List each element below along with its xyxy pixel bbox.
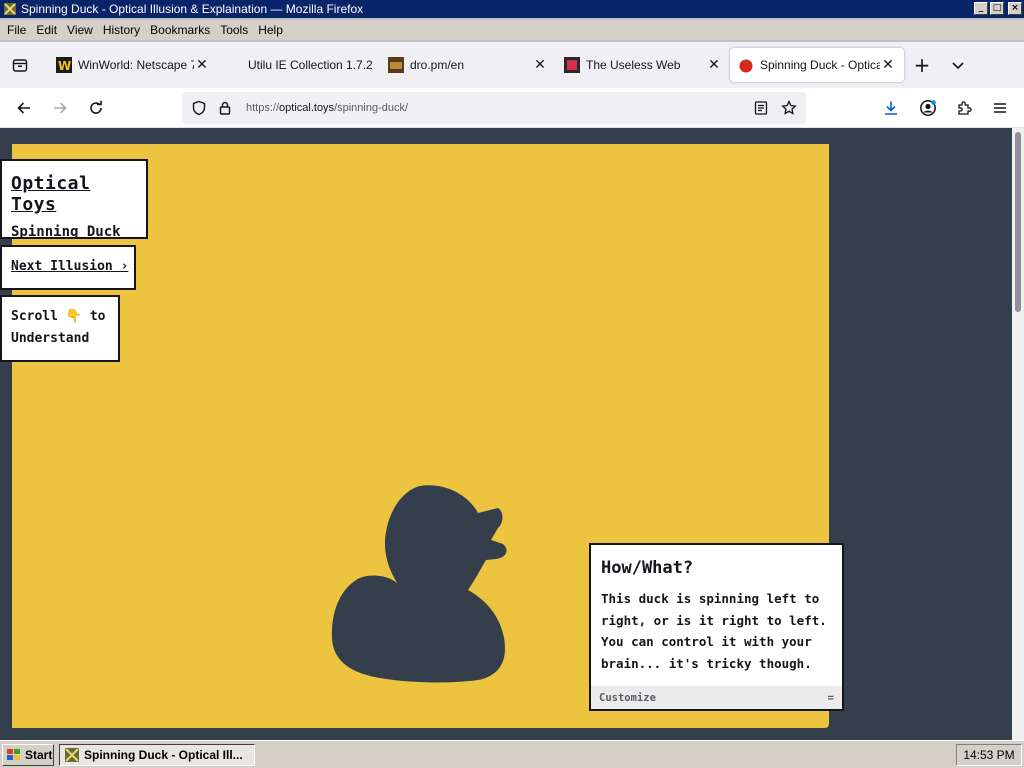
url-text[interactable]: https://optical.toys/spinning-duck/ [246, 102, 408, 114]
list-all-tabs-button[interactable] [940, 48, 976, 82]
extensions-button[interactable] [946, 92, 982, 124]
tab-close-icon[interactable]: ✕ [880, 57, 896, 73]
menu-help[interactable]: Help [253, 23, 288, 37]
firefox-view-icon [12, 59, 28, 72]
vertical-scrollbar[interactable] [1012, 128, 1024, 740]
tab-label: Spinning Duck - Optical Il [760, 58, 880, 72]
pointing-down-emoji-icon: 👇 [65, 309, 82, 324]
download-arrow-icon [885, 101, 897, 115]
drag-handle-icon[interactable]: = [828, 692, 834, 704]
back-arrow-icon [17, 101, 30, 114]
how-what-line: This duck is spinning left to [601, 591, 820, 606]
scroll-hint-word: Scroll [11, 309, 58, 324]
dro-favicon-icon [388, 57, 404, 73]
close-button[interactable]: × [1008, 2, 1022, 15]
menu-bookmarks[interactable]: Bookmarks [145, 23, 215, 37]
how-what-line: You can control it with your [601, 634, 812, 650]
reader-view-icon[interactable] [748, 95, 774, 121]
scroll-hint: Scroll 👇 to Understand [0, 295, 120, 362]
start-label: Start [25, 747, 53, 762]
firefox-app-icon [3, 2, 17, 16]
how-what-line: right, or is it right to left. [601, 612, 827, 628]
account-icon [920, 99, 936, 116]
tab-strip: W WinWorld: Netscape 7.2 | ✕ Utilu IE Co… [0, 42, 1024, 88]
tab-winworld[interactable]: W WinWorld: Netscape 7.2 | ✕ [48, 48, 218, 82]
tab-dro[interactable]: dro.pm/en ✕ [380, 48, 556, 82]
url-host: optical.toys [279, 102, 335, 114]
url-path: /spinning-duck/ [334, 102, 409, 114]
tab-label: dro.pm/en [410, 58, 465, 72]
firefox-task-icon [65, 747, 79, 762]
navigation-toolbar: https://optical.toys/spinning-duck/ [0, 88, 1024, 128]
site-title-card: Optical Toys Spinning Duck [0, 159, 148, 240]
url-prefix: https:// [246, 102, 280, 114]
tab-utilu[interactable]: Utilu IE Collection 1.7.2.1 [218, 48, 380, 82]
app-menu-button[interactable] [982, 92, 1018, 124]
url-bar[interactable]: https://optical.toys/spinning-duck/ [182, 92, 806, 124]
firefox-view-button[interactable] [0, 42, 40, 88]
tab-close-icon[interactable]: ✕ [706, 57, 722, 73]
customize-label: Customize [599, 691, 656, 704]
tab-label: WinWorld: Netscape 7.2 | [78, 58, 194, 72]
forward-button[interactable] [42, 92, 78, 124]
tab-label: Utilu IE Collection 1.7.2.1 [248, 58, 372, 72]
how-what-line: brain... it's tricky though. [601, 655, 812, 671]
system-tray-clock: 14:53 PM [956, 744, 1022, 766]
menu-tools[interactable]: Tools [215, 23, 253, 37]
bookmark-star-icon[interactable] [776, 95, 802, 121]
downloads-button[interactable] [873, 92, 909, 124]
tab-spinning-duck[interactable]: Spinning Duck - Optical Il ✕ [730, 48, 904, 82]
hamburger-menu-icon [994, 102, 1006, 113]
how-what-panel: How/What? This duck is spinning left to … [589, 543, 844, 711]
windows-logo-icon [7, 748, 20, 760]
next-illusion-link[interactable]: Next Illusion › [0, 245, 136, 290]
customize-bar[interactable]: Customize = [591, 686, 842, 709]
tab-label: The Useless Web [586, 58, 681, 72]
minimize-button[interactable]: _ [974, 2, 988, 15]
duck-body-shape [331, 485, 507, 683]
page-content: Optical Toys Spinning Duck Next Illusion… [0, 128, 1012, 740]
spinning-duck-silhouette[interactable] [328, 480, 524, 684]
svg-text:W: W [58, 59, 71, 73]
how-what-heading: How/What? [601, 558, 694, 578]
illusion-name: Spinning Duck [11, 224, 121, 240]
menu-file[interactable]: File [2, 23, 31, 37]
puzzle-piece-icon [958, 100, 972, 115]
brand-title-link[interactable]: Optical Toys [11, 173, 146, 215]
window-title: Spinning Duck - Optical Illusion & Expla… [21, 2, 364, 16]
back-button[interactable] [6, 92, 42, 124]
menu-view[interactable]: View [62, 23, 98, 37]
useless-web-favicon-icon [564, 57, 580, 73]
menu-edit[interactable]: Edit [31, 23, 62, 37]
maximize-button[interactable]: □ [990, 2, 1004, 15]
forward-arrow-icon [54, 101, 67, 114]
windows-taskbar: Start Spinning Duck - Optical Ill... 14:… [0, 740, 1024, 768]
blank-favicon-icon [226, 57, 242, 73]
tracking-shield-icon[interactable] [186, 95, 212, 121]
scrollbar-thumb[interactable] [1015, 132, 1021, 312]
menu-bar: File Edit View History Bookmarks Tools H… [0, 20, 1024, 40]
start-button[interactable]: Start [2, 743, 54, 766]
tab-close-icon[interactable]: ✕ [194, 57, 210, 73]
account-button[interactable] [910, 92, 946, 124]
chevron-down-icon [952, 62, 964, 70]
tab-close-icon[interactable]: ✕ [532, 57, 548, 73]
reload-button[interactable] [78, 92, 114, 124]
taskbar-window-label: Spinning Duck - Optical Ill... [84, 747, 243, 762]
window-titlebar: Spinning Duck - Optical Illusion & Expla… [0, 0, 1024, 18]
reload-icon [90, 100, 102, 114]
winworld-favicon-icon: W [56, 57, 72, 73]
taskbar-firefox-window[interactable]: Spinning Duck - Optical Ill... [59, 743, 255, 766]
tab-useless-web[interactable]: The Useless Web ✕ [556, 48, 730, 82]
padlock-icon[interactable] [212, 95, 238, 121]
new-tab-button[interactable]: + [904, 48, 940, 82]
tomato-favicon-icon [738, 57, 754, 73]
scroll-hint-line2: Understand [11, 331, 90, 346]
how-what-text: This duck is spinning left to right, or … [591, 578, 842, 674]
scroll-hint-suffix: to [89, 309, 106, 324]
menu-history[interactable]: History [98, 23, 145, 37]
